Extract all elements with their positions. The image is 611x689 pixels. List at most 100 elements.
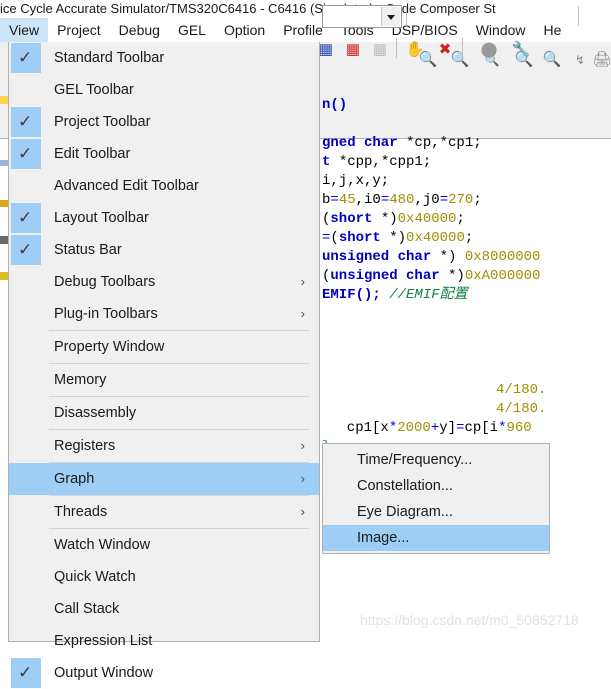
view-dropdown-menu: Standard Toolbar GEL Toolbar Project Toolb…: [8, 42, 320, 688]
grid-all-icon[interactable]: ▦: [342, 39, 364, 61]
code-token: (: [330, 230, 339, 246]
check-icon: [11, 658, 41, 688]
code-line: 4/180.: [496, 400, 546, 419]
code-token: gned char: [322, 135, 407, 151]
menu-item-call-stack[interactable]: Call Stack: [9, 593, 319, 625]
chevron-right-icon: ›: [300, 274, 305, 289]
menu-item-label: Property Window: [54, 339, 165, 355]
hand-icon[interactable]: ✋: [404, 39, 426, 61]
submenu-item-constellation-[interactable]: Constellation...: [323, 473, 549, 499]
stop-icon[interactable]: ⬤: [478, 39, 500, 61]
menu-item-expression-list[interactable]: Expression List: [9, 625, 319, 657]
check-slot: [11, 497, 41, 527]
find-in-files-icon[interactable]: 🔍: [542, 50, 562, 70]
code-token: 0xA000000: [464, 268, 541, 284]
code-line: 4/180.: [496, 381, 546, 400]
menu-item-output-window[interactable]: Output Window: [9, 657, 319, 689]
check-icon: [11, 235, 41, 265]
menubar-item-gel[interactable]: GEL: [169, 18, 215, 42]
menu-item-label: Status Bar: [54, 242, 122, 258]
menubar-item-project[interactable]: Project: [48, 18, 110, 42]
menu-item-label: Threads: [54, 504, 108, 520]
menubar-item-debug[interactable]: Debug: [110, 18, 169, 42]
menubar-item-view[interactable]: View: [0, 18, 49, 42]
menu-item-memory[interactable]: Memory: [9, 364, 319, 396]
code-token: 4/180.: [496, 401, 547, 417]
menu-item-label: Project Toolbar: [54, 114, 151, 130]
menu-item-project-toolbar[interactable]: Project Toolbar: [9, 106, 319, 138]
code-token: unsigned char: [330, 268, 449, 284]
code-token: 480: [389, 192, 415, 208]
code-token: *): [448, 268, 465, 284]
check-slot: [11, 464, 41, 494]
menu-item-plug-in-toolbars[interactable]: Plug-in Toolbars ›: [9, 298, 319, 330]
menu-item-layout-toolbar[interactable]: Layout Toolbar: [9, 202, 319, 234]
menu-item-threads[interactable]: Threads ›: [9, 496, 319, 528]
toolbar-separator: [462, 38, 463, 58]
menu-item-property-window[interactable]: Property Window: [9, 331, 319, 363]
menu-item-label: Disassembly: [54, 405, 137, 421]
menu-item-disassembly[interactable]: Disassembly: [9, 397, 319, 429]
check-icon: [11, 107, 41, 137]
menu-item-quick-watch[interactable]: Quick Watch: [9, 561, 319, 593]
code-token: ;: [464, 230, 474, 246]
toolbar-separator: [396, 38, 397, 58]
menubar-item-option[interactable]: Option: [215, 18, 274, 42]
code-line: t *cpp,*cpp1;: [322, 153, 431, 172]
code-line: cp1[x*2000+y]=cp[i*960: [330, 419, 532, 438]
code-token: EMIF();: [322, 287, 390, 303]
code-token: =: [330, 192, 339, 208]
gel-target-combo[interactable]: [322, 5, 402, 28]
menu-item-standard-toolbar[interactable]: Standard Toolbar: [9, 42, 319, 74]
code-token: 4/180.: [496, 382, 547, 398]
submenu-item-eye-diagram-[interactable]: Eye Diagram...: [323, 499, 549, 525]
code-token: short: [338, 230, 390, 246]
submenu-item-time-frequency-[interactable]: Time/Frequency...: [323, 447, 549, 473]
chevron-down-icon[interactable]: [381, 7, 400, 26]
wrench-icon[interactable]: 🔧: [510, 39, 532, 61]
chevron-right-icon: ›: [300, 306, 305, 321]
no-breakpoint-icon[interactable]: ✖: [434, 39, 456, 61]
code-token: i,j,x,y;: [322, 173, 390, 189]
code-token: cp1[x: [330, 420, 389, 436]
code-token: cp[i: [464, 420, 499, 436]
menu-item-graph[interactable]: Graph ›: [9, 463, 319, 495]
menu-item-watch-window[interactable]: Watch Window: [9, 529, 319, 561]
code-token: 0x40000: [397, 211, 457, 227]
check-slot: [11, 431, 41, 461]
grid-remove-icon[interactable]: ▦: [369, 39, 391, 61]
check-slot: [11, 626, 41, 656]
code-token: ;: [473, 192, 482, 208]
menubar-item-he[interactable]: He: [535, 18, 571, 42]
check-slot: [11, 530, 41, 560]
code-token: //EMIF配置: [389, 287, 468, 303]
menu-item-debug-toolbars[interactable]: Debug Toolbars ›: [9, 266, 319, 298]
check-slot: [11, 171, 41, 201]
menu-item-advanced-edit-toolbar[interactable]: Advanced Edit Toolbar: [9, 170, 319, 202]
menu-item-status-bar[interactable]: Status Bar: [9, 234, 319, 266]
code-token: *): [380, 211, 398, 227]
menu-item-label: Plug-in Toolbars: [54, 306, 158, 322]
chevron-right-icon: ›: [300, 504, 305, 519]
chevron-right-icon: ›: [300, 438, 305, 453]
code-token: y]: [439, 420, 457, 436]
check-slot: [11, 267, 41, 297]
menu-item-label: Edit Toolbar: [54, 146, 131, 162]
check-slot: [11, 332, 41, 362]
submenu-item-image-[interactable]: Image...: [323, 525, 549, 551]
menu-item-edit-toolbar[interactable]: Edit Toolbar: [9, 138, 319, 170]
print-icon[interactable]: 🖨: [592, 50, 611, 70]
code-token: 0x40000: [406, 230, 465, 246]
page-title: ice Cycle Accurate Simulator/TMS320C6416…: [0, 1, 496, 16]
menu-item-label: Output Window: [54, 665, 154, 681]
code-line: (unsigned char *)0xA000000: [322, 267, 540, 286]
goto-bookmark-icon[interactable]: ↯: [570, 50, 590, 70]
code-line: unsigned char *) 0x8000000: [322, 248, 540, 267]
code-token: short: [330, 211, 381, 227]
menu-item-registers[interactable]: Registers ›: [9, 430, 319, 462]
code-line: gned char *cp,*cp1;: [322, 134, 482, 153]
code-token: *: [388, 420, 398, 436]
code-line: b=45,i0=480,j0=270;: [322, 191, 482, 210]
menu-item-gel-toolbar[interactable]: GEL Toolbar: [9, 74, 319, 106]
code-token: ;: [456, 211, 465, 227]
